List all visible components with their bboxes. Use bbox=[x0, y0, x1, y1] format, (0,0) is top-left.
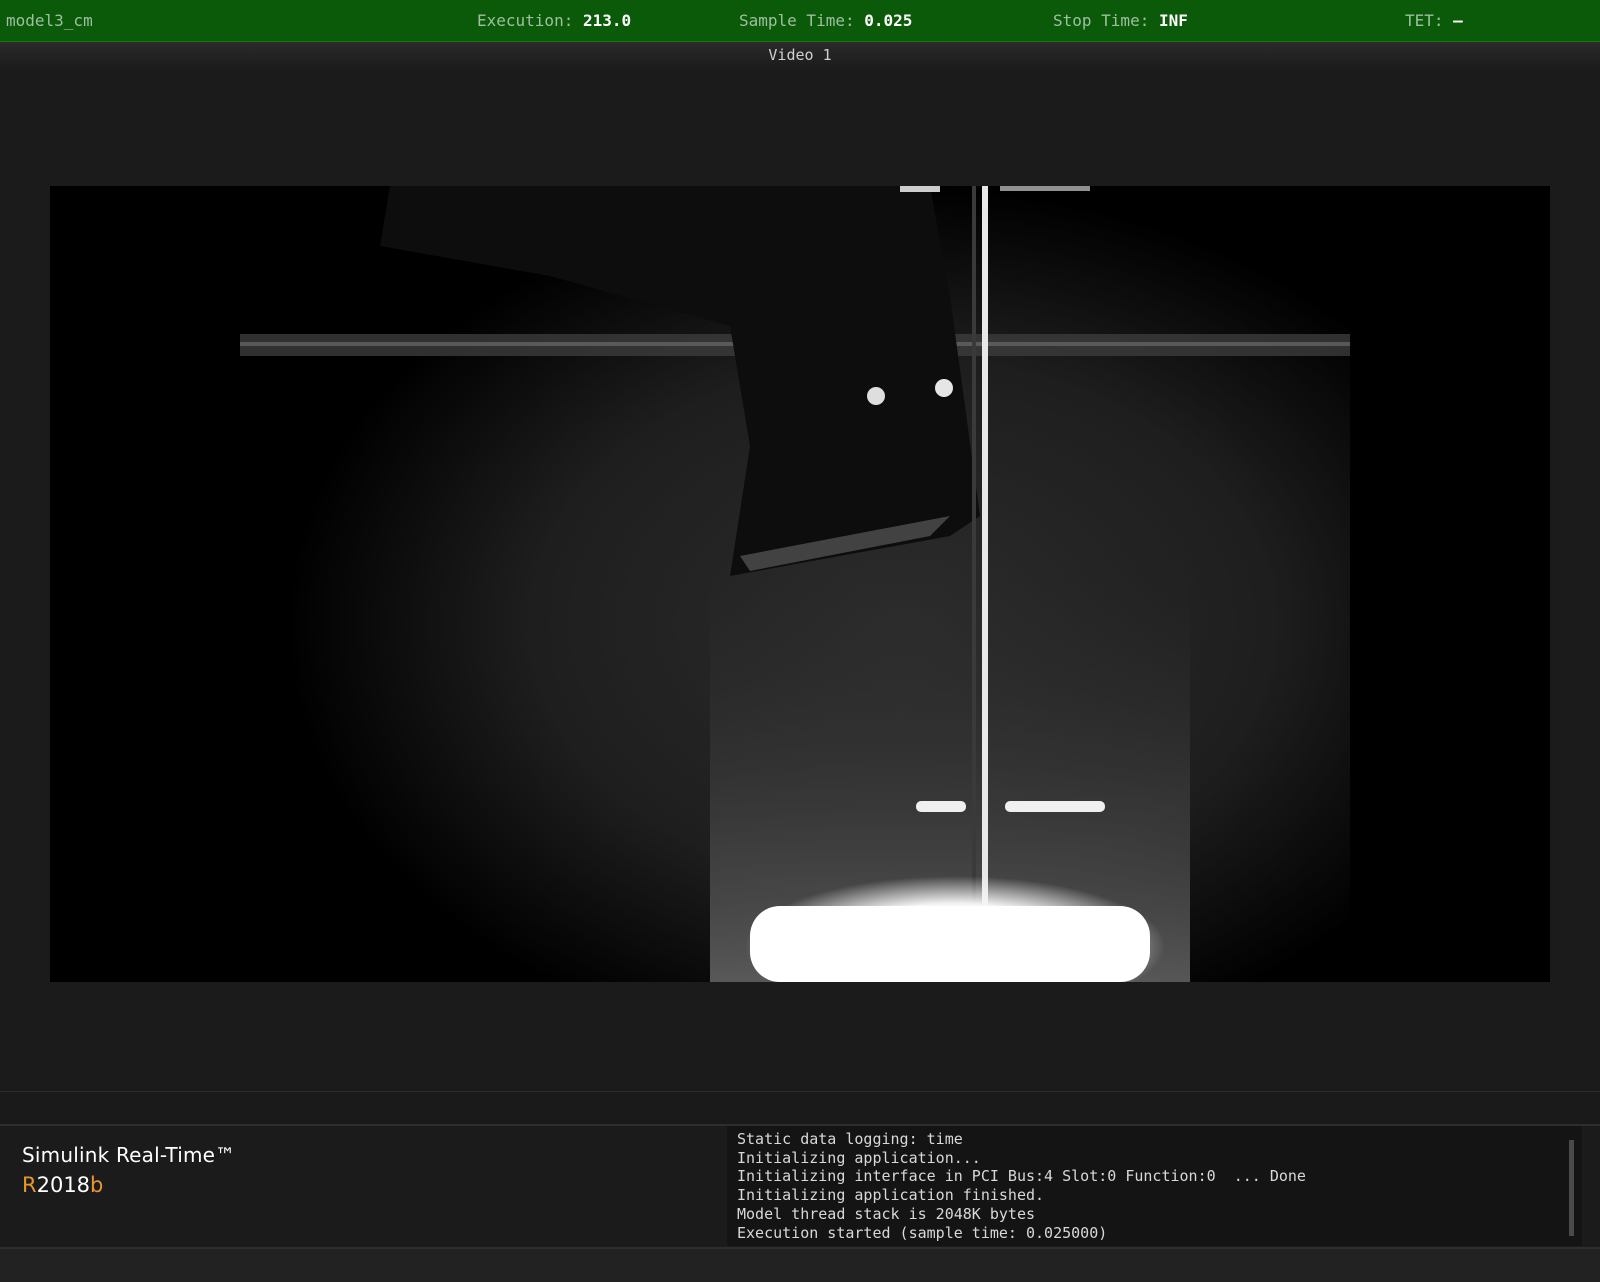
release-year: 2018 bbox=[36, 1173, 91, 1197]
console-line: Initializing application... bbox=[737, 1148, 981, 1167]
video-feed bbox=[50, 186, 1550, 982]
video-title: Video 1 bbox=[0, 42, 1600, 70]
console-line: Static data logging: time bbox=[737, 1130, 963, 1148]
bottom-bar bbox=[0, 1247, 1600, 1282]
panel-separator bbox=[0, 1091, 1600, 1126]
tet-value: – bbox=[1453, 11, 1463, 30]
release-prefix: R bbox=[22, 1173, 37, 1197]
execution-value: 213.0 bbox=[582, 11, 632, 30]
model-name: model3_cm bbox=[6, 11, 93, 30]
console-line: Model thread stack is 2048K bytes bbox=[737, 1204, 1036, 1223]
sample-time-value: 0.025 bbox=[864, 11, 913, 30]
console-line: Initializing interface in PCI Bus:4 Slot… bbox=[737, 1167, 1306, 1186]
stop-time-readout: Stop Time: INF bbox=[1053, 11, 1188, 30]
stop-time-label: Stop Time: bbox=[1053, 11, 1150, 30]
release-version: R2018b bbox=[22, 1173, 235, 1197]
video-image bbox=[50, 186, 1550, 982]
console-log[interactable]: Static data logging: time Initializing a… bbox=[727, 1126, 1582, 1246]
execution-label: Execution: bbox=[477, 11, 574, 30]
execution-readout: Execution: 213.0 bbox=[477, 11, 631, 30]
console-line: Execution started (sample time: 0.025000… bbox=[737, 1223, 1108, 1242]
sample-time-readout: Sample Time: 0.025 bbox=[739, 11, 912, 30]
product-brand: Simulink Real-Time™ R2018b bbox=[22, 1143, 235, 1197]
tet-label: TET: bbox=[1405, 11, 1444, 30]
tet-readout: TET: – bbox=[1405, 11, 1463, 30]
stop-time-value: INF bbox=[1158, 11, 1188, 30]
console-line: Initializing application finished. bbox=[737, 1186, 1045, 1205]
status-bar: model3_cm Execution: 213.0 Sample Time: … bbox=[0, 0, 1600, 42]
product-name: Simulink Real-Time™ bbox=[22, 1143, 236, 1167]
release-suffix: b bbox=[90, 1173, 104, 1197]
sample-time-label: Sample Time: bbox=[739, 11, 855, 30]
console-scrollbar[interactable] bbox=[1569, 1140, 1574, 1236]
